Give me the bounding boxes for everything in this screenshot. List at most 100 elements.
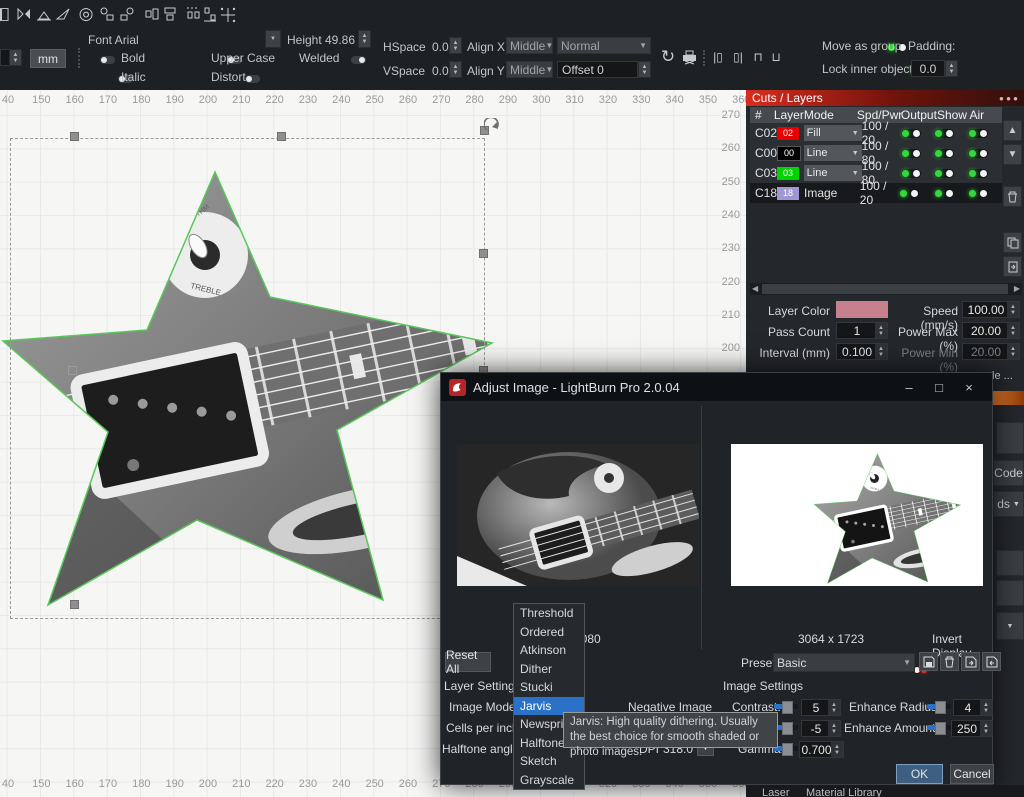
distribute-v-icon[interactable] xyxy=(200,3,220,22)
print-cut-icon[interactable] xyxy=(680,46,700,65)
cancel-button[interactable]: Cancel xyxy=(950,764,994,784)
layer-delete-button[interactable] xyxy=(1003,186,1022,207)
partial-button[interactable] xyxy=(996,422,1024,454)
reset-all-button[interactable]: Reset All xyxy=(445,652,491,672)
dock-top-icon[interactable]: ⊓ xyxy=(748,46,768,68)
layer-output-toggle[interactable] xyxy=(899,189,919,198)
preset-import-icon[interactable] xyxy=(982,652,1001,671)
font-select[interactable]: Font Arial xyxy=(88,33,139,47)
layers-scrollbar[interactable]: ◀ ▶ xyxy=(750,283,1022,295)
target-origin-icon[interactable]: ◎ xyxy=(76,3,96,25)
offset-spinner[interactable]: ▲▼ xyxy=(638,61,651,78)
layer-show-toggle[interactable] xyxy=(934,189,954,198)
preset-export-icon[interactable] xyxy=(961,652,980,671)
brightness-field[interactable]: -5▲▼ xyxy=(801,720,841,737)
distort-toggle[interactable] xyxy=(245,75,260,83)
ok-button[interactable]: OK xyxy=(896,764,943,784)
close-button[interactable]: × xyxy=(954,376,984,398)
partial-button[interactable] xyxy=(996,550,1024,576)
move-to-position-icon[interactable] xyxy=(218,3,238,24)
contrast-slider[interactable] xyxy=(774,704,798,709)
dialog-titlebar[interactable]: Adjust Image - LightBurn Pro 2.0.04 – □ … xyxy=(441,373,992,401)
paste-layer-settings-button[interactable] xyxy=(1003,256,1022,277)
dropdown-item-grayscale[interactable]: Grayscale xyxy=(514,771,584,790)
tab-laser[interactable]: Laser xyxy=(762,787,790,797)
interval-field[interactable]: 0.100▲▼ xyxy=(836,343,888,360)
layer-air-toggle[interactable] xyxy=(968,169,988,178)
dropdown-item-atkinson[interactable]: Atkinson xyxy=(514,641,584,660)
flip-horizontal-icon[interactable] xyxy=(14,3,34,22)
align-y-dropdown[interactable]: Middle▼ xyxy=(506,61,553,78)
dropdown-item-dither[interactable]: Dither xyxy=(514,660,584,679)
pass-count-field[interactable]: 1▲▼ xyxy=(836,322,888,339)
dropdown-item-threshold[interactable]: Threshold xyxy=(514,604,584,623)
enhance-radius-slider[interactable] xyxy=(927,704,951,709)
padding-field[interactable]: 0.0 xyxy=(911,60,945,77)
layer-show-toggle[interactable] xyxy=(934,169,954,178)
partial-code-button[interactable]: Code xyxy=(993,460,1024,486)
align-left-icon[interactable] xyxy=(97,3,117,22)
layer-move-down-button[interactable]: ▼ xyxy=(1003,144,1022,165)
selection-handle[interactable] xyxy=(68,366,77,375)
enhance-amount-slider[interactable] xyxy=(927,725,951,730)
normal-dropdown[interactable]: Normal▼ xyxy=(557,37,651,54)
selection-handle[interactable] xyxy=(70,132,79,141)
align-x-dropdown[interactable]: Middle▼ xyxy=(506,37,553,54)
clipped-tool-icon[interactable]: ◧ xyxy=(0,3,12,25)
vspace-spinner[interactable]: ▲▼ xyxy=(449,61,462,78)
layer-mode-dropdown[interactable]: Line▼ xyxy=(804,165,862,181)
welded-toggle[interactable] xyxy=(351,56,366,64)
layer-color-swatch[interactable]: 18 xyxy=(777,187,799,200)
layer-color-swatch[interactable]: 03 xyxy=(777,167,799,180)
tab-material-library[interactable]: Material Library xyxy=(806,787,882,797)
layer-show-toggle[interactable] xyxy=(934,149,954,158)
maximize-button[interactable]: □ xyxy=(924,376,954,398)
layer-mode-dropdown[interactable]: Line▼ xyxy=(804,145,862,161)
align-v-center-icon[interactable] xyxy=(160,3,180,22)
speed-field[interactable]: 100.00▲▼ xyxy=(962,301,1020,318)
partial-ds-dropdown[interactable]: ds▼ xyxy=(993,491,1024,517)
padding-spinner[interactable]: ▲▼ xyxy=(945,60,958,77)
enhance-radius-field[interactable]: 4▲▼ xyxy=(953,699,993,716)
layer-mode-dropdown[interactable]: Fill▼ xyxy=(804,125,862,141)
layer-output-toggle[interactable] xyxy=(901,149,921,158)
layer-show-toggle[interactable] xyxy=(934,129,954,138)
minimize-button[interactable]: – xyxy=(894,376,924,398)
partial-dropdown[interactable]: ▼ xyxy=(996,612,1024,640)
height-value[interactable]: 49.86 xyxy=(325,33,355,47)
layer-move-up-button[interactable]: ▲ xyxy=(1003,120,1022,141)
dropdown-item-ordered[interactable]: Ordered xyxy=(514,623,584,642)
mirror-vertical-icon[interactable] xyxy=(34,3,54,22)
cuts-layers-header[interactable]: Cuts / Layers ● ● ● xyxy=(746,90,1024,106)
align-h-center-icon[interactable] xyxy=(142,3,162,22)
offset-field[interactable]: Offset 0 xyxy=(557,61,638,78)
refresh-icon[interactable]: ↻ xyxy=(658,46,678,68)
layer-air-toggle[interactable] xyxy=(968,149,988,158)
layer-air-toggle[interactable] xyxy=(968,129,988,138)
layer-output-toggle[interactable] xyxy=(901,129,921,138)
dock-bottom-icon[interactable]: ⊔ xyxy=(766,46,786,68)
contrast-field[interactable]: 5▲▼ xyxy=(801,699,841,716)
font-dropdown-arrow-icon[interactable]: ▼ xyxy=(265,30,281,48)
enhance-amount-field[interactable]: 250▲▼ xyxy=(951,720,993,737)
dock-right-icon[interactable]: ▯| xyxy=(728,46,748,68)
shear-icon[interactable] xyxy=(53,3,73,22)
layer-air-toggle[interactable] xyxy=(968,189,988,198)
power-max-field[interactable]: 20.00▲▼ xyxy=(962,322,1020,339)
height-spinner[interactable]: ▲▼ xyxy=(358,30,371,48)
layer-output-toggle[interactable] xyxy=(901,169,921,178)
dock-left-icon[interactable]: |▯ xyxy=(708,46,728,68)
selection-handle[interactable] xyxy=(479,249,488,258)
layer-color-swatch[interactable]: 02 xyxy=(777,127,799,140)
selection-handle[interactable] xyxy=(70,600,79,609)
units-mm-button[interactable]: mm xyxy=(30,49,66,68)
presets-dropdown[interactable]: Basic▼ xyxy=(773,653,915,672)
preset-save-icon[interactable] xyxy=(919,652,938,671)
align-right-icon[interactable] xyxy=(117,3,137,22)
copy-layer-settings-button[interactable] xyxy=(1003,232,1022,253)
selection-handle[interactable] xyxy=(277,132,286,141)
layer-row-C18[interactable]: C1818Image100 / 20 xyxy=(750,183,1002,203)
layer-color-swatch[interactable]: 00 xyxy=(777,146,801,161)
gamma-field[interactable]: 0.700▲▼ xyxy=(799,741,844,758)
clipped-field-spinner[interactable]: ▲▼ xyxy=(9,49,22,66)
